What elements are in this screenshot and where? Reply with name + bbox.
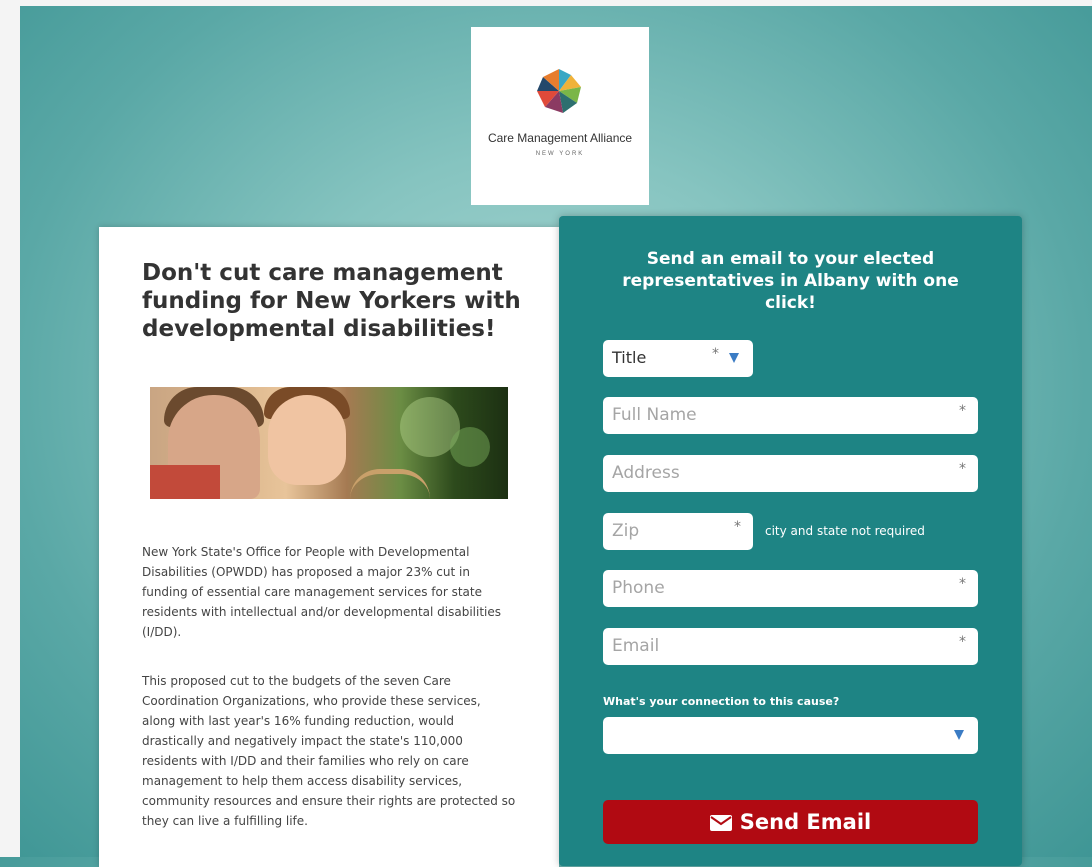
envelope-icon xyxy=(709,815,732,831)
children-photo xyxy=(150,387,508,499)
connection-select[interactable] xyxy=(603,717,978,754)
required-asterisk: * xyxy=(959,461,966,477)
address-field[interactable]: Address * xyxy=(603,455,978,492)
required-asterisk: * xyxy=(959,403,966,419)
logo-name: Care Management Alliance xyxy=(487,131,633,145)
article-card: Don't cut care management funding for Ne… xyxy=(99,227,559,867)
email-placeholder: Email xyxy=(612,636,660,656)
article-headline: Don't cut care management funding for Ne… xyxy=(142,260,521,342)
page-top-strip xyxy=(0,0,1092,6)
required-asterisk: * xyxy=(959,576,966,592)
logo-subtitle: NEW YORK xyxy=(535,151,585,157)
email-field[interactable]: Email * xyxy=(603,628,978,665)
required-asterisk: * xyxy=(734,519,741,535)
phone-placeholder: Phone xyxy=(612,578,665,598)
form-title: Send an email to your elected representa… xyxy=(622,249,959,313)
title-select[interactable]: Title * xyxy=(603,340,753,377)
send-email-button[interactable]: Send Email xyxy=(603,800,978,844)
full-name-placeholder: Full Name xyxy=(612,405,697,425)
zip-note: city and state not required xyxy=(765,524,925,538)
connection-label: What's your connection to this cause? xyxy=(603,695,840,708)
article-paragraph: This proposed cut to the budgets of the … xyxy=(142,674,516,828)
send-email-label: Send Email xyxy=(739,810,872,834)
chevron-down-icon xyxy=(954,730,964,740)
title-select-value: Title xyxy=(612,348,647,367)
article-paragraph: New York State's Office for People with … xyxy=(142,545,501,639)
email-form: Send an email to your elected representa… xyxy=(559,216,1022,866)
logo-mark-icon xyxy=(537,69,581,113)
logo: Care Management Alliance NEW YORK xyxy=(471,27,649,205)
page-left-strip xyxy=(0,0,20,857)
address-placeholder: Address xyxy=(612,463,680,483)
phone-field[interactable]: Phone * xyxy=(603,570,978,607)
required-asterisk: * xyxy=(959,634,966,650)
zip-placeholder: Zip xyxy=(612,521,640,541)
full-name-field[interactable]: Full Name * xyxy=(603,397,978,434)
required-asterisk: * xyxy=(712,346,719,362)
chevron-down-icon xyxy=(729,353,739,363)
zip-field[interactable]: Zip * xyxy=(603,513,753,550)
